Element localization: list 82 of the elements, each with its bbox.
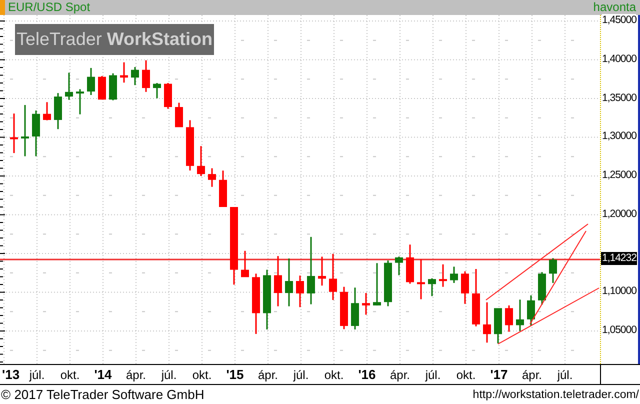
current-price-tag: 1,14232 xyxy=(601,252,638,266)
candle xyxy=(208,168,216,187)
axis-label: okt. xyxy=(60,367,80,383)
candle xyxy=(351,288,359,330)
candle xyxy=(450,266,458,283)
candle xyxy=(428,278,436,296)
candle xyxy=(373,263,381,306)
axis-label: júl. xyxy=(293,367,309,383)
candle xyxy=(120,62,128,83)
candle xyxy=(329,254,337,300)
axis-label: '15 xyxy=(226,367,244,383)
candle xyxy=(54,93,62,130)
candle xyxy=(241,250,249,278)
candle xyxy=(109,73,117,100)
axis-label: 1,25000 xyxy=(602,169,636,182)
axis-label: '17 xyxy=(490,367,508,383)
candle xyxy=(417,259,425,300)
axis-label: '14 xyxy=(94,367,112,383)
candle xyxy=(186,120,194,170)
candle xyxy=(395,256,403,276)
axis-label: júl. xyxy=(161,367,177,383)
candle xyxy=(65,72,73,100)
candle xyxy=(494,308,502,344)
candle xyxy=(197,146,205,176)
axis-label: 1,30000 xyxy=(602,130,636,144)
candle xyxy=(538,272,546,305)
candle xyxy=(483,302,491,343)
candle xyxy=(98,76,106,100)
candle xyxy=(252,274,260,334)
candle xyxy=(296,276,304,308)
candle xyxy=(43,102,51,120)
candle xyxy=(87,68,95,95)
axis-label: ápr. xyxy=(126,367,146,383)
candle xyxy=(263,270,271,330)
candle xyxy=(472,269,480,326)
axis-label: '16 xyxy=(358,367,376,383)
marker-icon xyxy=(0,0,5,15)
candle xyxy=(340,286,348,330)
candle xyxy=(32,110,40,156)
copyright-text: © 2017 TeleTrader Software GmbH xyxy=(1,387,204,402)
period-label: havonta xyxy=(593,0,636,15)
candle xyxy=(516,300,524,331)
axis-label: ápr. xyxy=(258,367,278,383)
axis-label: ápr. xyxy=(390,367,410,383)
candle xyxy=(153,83,161,98)
candle xyxy=(439,264,447,287)
candle xyxy=(384,260,392,306)
candle xyxy=(21,105,29,156)
axis-label: okt. xyxy=(192,367,212,383)
candle xyxy=(219,170,227,207)
axis-label: júl. xyxy=(425,367,441,383)
axis-label: júl. xyxy=(557,367,573,383)
axis-label: 1,20000 xyxy=(602,208,636,221)
candle xyxy=(131,67,139,86)
axis-label: 1,40000 xyxy=(602,52,636,66)
candle xyxy=(285,258,293,306)
candle xyxy=(505,305,513,332)
symbol-title: EUR/USD Spot xyxy=(8,0,90,15)
axis-label: okt. xyxy=(456,367,476,383)
candle xyxy=(318,256,326,286)
candle xyxy=(274,256,282,306)
candle xyxy=(307,236,315,304)
axis-label: 1,35000 xyxy=(602,92,636,104)
axis-label: okt. xyxy=(324,367,344,383)
axis-label: 1,05000 xyxy=(602,324,636,337)
candle xyxy=(10,114,18,154)
candle xyxy=(142,60,150,92)
candle xyxy=(527,295,535,326)
candle xyxy=(175,102,183,128)
candle xyxy=(76,89,84,114)
candle xyxy=(362,293,370,315)
axis-label: 1,10000 xyxy=(602,285,636,298)
candle xyxy=(406,244,414,284)
candle xyxy=(549,258,557,283)
candle xyxy=(164,83,172,109)
logo-text: TeleTrader WorkStation xyxy=(16,29,213,50)
axis-label: ápr. xyxy=(522,367,542,383)
axis-label: júl. xyxy=(29,367,45,383)
axis-label: 1,45000 xyxy=(602,14,636,27)
url-text: http://workstation.teletrader.com/ xyxy=(472,388,639,400)
axis-label: '13 xyxy=(2,367,20,383)
candle xyxy=(461,271,469,304)
